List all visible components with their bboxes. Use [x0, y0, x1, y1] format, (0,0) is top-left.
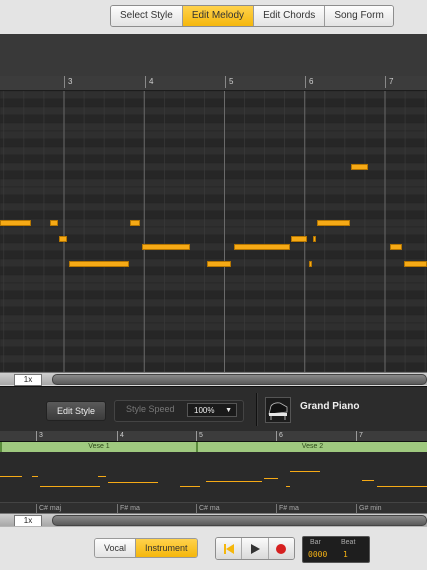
play-button[interactable]: [242, 538, 269, 559]
melody-note[interactable]: [390, 244, 402, 250]
melody-note[interactable]: [0, 220, 31, 226]
record-icon: [276, 543, 287, 554]
position-display: Bar Beat 0000 1: [302, 536, 370, 563]
melody-note[interactable]: [59, 236, 67, 242]
melody-note[interactable]: [69, 261, 129, 267]
top-toolbar: Select Style Edit Melody Edit Chords Son…: [0, 0, 427, 35]
ruler-bar-number: 5: [225, 76, 233, 88]
overview-bar-number: 6: [276, 431, 283, 441]
piano-roll-header: [0, 34, 427, 77]
section-verse-2[interactable]: Vese 2: [196, 442, 427, 452]
overview-note: [32, 476, 38, 477]
overview-note: [40, 486, 100, 487]
style-panel: Edit Style Style Speed 100% ▼ Grand Pian…: [0, 386, 427, 432]
tab-select-style[interactable]: Select Style: [111, 6, 183, 26]
section-verse-1[interactable]: Vese 1: [0, 442, 196, 452]
edit-style-button[interactable]: Edit Style: [46, 401, 106, 421]
beat-label: Beat: [341, 539, 356, 546]
bar-ruler[interactable]: 3 4 5 6 7: [0, 76, 427, 91]
chevron-down-icon: ▼: [225, 407, 232, 414]
divider: [256, 393, 258, 426]
overview-notes: [0, 452, 427, 502]
overview-note: [286, 486, 290, 487]
overview-note: [264, 478, 278, 479]
overview-note: [108, 482, 158, 483]
overview-scroll-thumb[interactable]: [52, 515, 427, 526]
melody-notes: [0, 91, 427, 372]
melody-note[interactable]: [207, 261, 231, 267]
tab-song-form[interactable]: Song Form: [325, 6, 393, 26]
overview-bar-number: 4: [117, 431, 124, 441]
style-speed-label: Style Speed: [126, 404, 175, 414]
melody-note[interactable]: [234, 244, 290, 250]
scroll-thumb[interactable]: [52, 374, 427, 385]
beat-value: 1: [343, 550, 348, 559]
mode-tabs: Select Style Edit Melody Edit Chords Son…: [110, 5, 394, 27]
overview-note: [0, 476, 22, 477]
overview-note: [290, 471, 320, 472]
style-speed-value: 100%: [194, 406, 215, 415]
skip-back-icon: [223, 543, 234, 554]
melody-note[interactable]: [291, 236, 307, 242]
overview-note: [180, 486, 200, 487]
overview-bar-number: 3: [36, 431, 43, 441]
tab-edit-chords[interactable]: Edit Chords: [254, 6, 326, 26]
overview-note: [98, 476, 106, 477]
record-button[interactable]: [268, 538, 294, 559]
chord-label[interactable]: G# min: [356, 504, 382, 513]
transport-bar: Vocal Instrument Bar Beat 0000 1: [0, 526, 427, 570]
overview-bar-number: 5: [196, 431, 203, 441]
vocal-button[interactable]: Vocal: [95, 539, 136, 557]
piano-roll-scrollbar[interactable]: 1x: [0, 372, 427, 386]
chord-label[interactable]: C# maj: [36, 504, 61, 513]
melody-note[interactable]: [142, 244, 190, 250]
ruler-bar-number: 6: [305, 76, 313, 88]
ruler-bar-number: 7: [385, 76, 393, 88]
zoom-level[interactable]: 1x: [14, 374, 42, 386]
chord-label[interactable]: F# ma: [276, 504, 299, 513]
chord-label[interactable]: F# ma: [117, 504, 140, 513]
bar-label: Bar: [310, 539, 321, 546]
melody-note[interactable]: [50, 220, 58, 226]
instrument-name[interactable]: Grand Piano: [300, 401, 359, 412]
playback-controls: [215, 537, 295, 560]
play-icon: [250, 543, 260, 554]
melody-note[interactable]: [404, 261, 427, 267]
overview-scrollbar[interactable]: 1x: [0, 513, 427, 527]
piano-icon[interactable]: [265, 397, 291, 423]
overview-note: [377, 486, 427, 487]
piano-roll[interactable]: 3 4 5 6 7: [0, 34, 427, 372]
melody-note[interactable]: [351, 164, 368, 170]
song-sections: Vese 1 Vese 2: [0, 442, 427, 452]
rewind-button[interactable]: [216, 538, 243, 559]
style-speed-select[interactable]: 100% ▼: [187, 403, 237, 417]
ruler-bar-number: 4: [145, 76, 153, 88]
overview-note: [362, 480, 374, 481]
vocal-instrument-toggle: Vocal Instrument: [94, 538, 198, 558]
tab-edit-melody[interactable]: Edit Melody: [182, 6, 255, 26]
instrument-button[interactable]: Instrument: [135, 539, 197, 557]
song-overview[interactable]: 3 4 5 6 7 Vese 1 Vese 2 C# maj F# ma C# …: [0, 431, 427, 514]
overview-ruler[interactable]: 3 4 5 6 7: [0, 431, 427, 442]
ruler-bar-number: 3: [64, 76, 72, 88]
chord-label[interactable]: C# ma: [196, 504, 220, 513]
bar-value: 0000: [308, 550, 328, 559]
overview-note: [206, 481, 262, 482]
melody-note[interactable]: [313, 236, 316, 242]
melody-note[interactable]: [130, 220, 140, 226]
overview-bar-number: 7: [356, 431, 363, 441]
melody-note[interactable]: [309, 261, 312, 267]
melody-note[interactable]: [317, 220, 350, 226]
